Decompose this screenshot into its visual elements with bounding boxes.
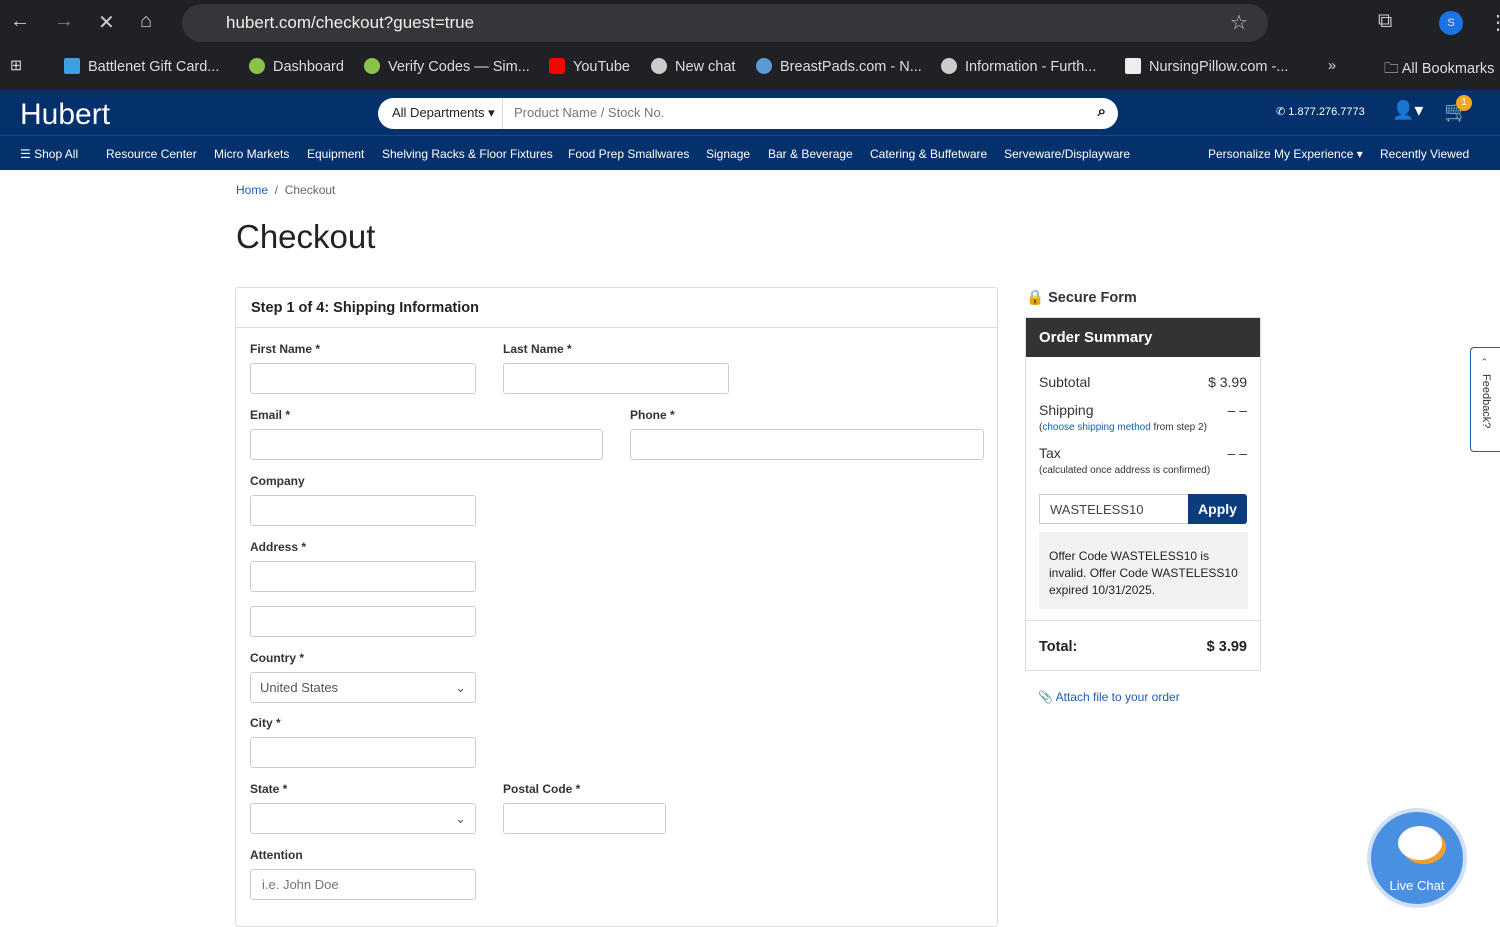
menu-icon[interactable]: ⋮	[1488, 10, 1500, 35]
phone-number[interactable]: ✆ 1.877.276.7773	[1276, 105, 1365, 118]
search-icon[interactable]: ⌕	[1098, 103, 1106, 120]
breadcrumb: Home / Checkout	[236, 183, 336, 197]
offer-error-message: Offer Code WASTELESS10 is invalid. Offer…	[1039, 532, 1248, 609]
main-nav: ☰ Shop All Resource Center Micro Markets…	[0, 135, 1500, 170]
cart-icon[interactable]: 🛒 1	[1444, 95, 1472, 124]
breadcrumb-home[interactable]: Home	[236, 183, 268, 197]
nav-item[interactable]: Shelving Racks & Floor Fixtures	[382, 147, 553, 161]
address-line2-input[interactable]	[250, 606, 476, 637]
forward-icon[interactable]: →	[54, 10, 74, 33]
department-select[interactable]: All Departments ▾	[392, 105, 495, 121]
divider	[502, 98, 503, 129]
paperclip-icon: 📎	[1038, 690, 1053, 704]
extensions-icon[interactable]: ⧉	[1378, 10, 1392, 33]
nav-item[interactable]: Signage	[706, 147, 750, 161]
profile-avatar[interactable]: S	[1439, 11, 1463, 35]
apps-icon[interactable]: ⊞	[10, 58, 22, 74]
total-row: Total: $ 3.99	[1026, 620, 1260, 673]
hubert-logo[interactable]: Hubert	[20, 98, 110, 132]
browser-chrome: ← → ✕ ⌂ hubert.com/checkout?guest=true ☆…	[0, 0, 1500, 90]
address-bar[interactable]: hubert.com/checkout?guest=true	[182, 4, 1268, 42]
stop-icon[interactable]: ✕	[98, 10, 115, 35]
company-input[interactable]	[250, 495, 476, 526]
back-icon[interactable]: ←	[10, 10, 30, 33]
search-input[interactable]	[514, 105, 1074, 120]
live-chat-button[interactable]: Live Chat	[1367, 808, 1467, 908]
nav-item[interactable]: Bar & Beverage	[768, 147, 853, 161]
page-title: Checkout	[236, 218, 376, 255]
lock-icon: 🔒	[1026, 290, 1045, 306]
account-icon[interactable]: 👤▾	[1392, 100, 1423, 121]
nav-personalize[interactable]: Personalize My Experience ▾	[1208, 147, 1363, 161]
nav-item[interactable]: Resource Center	[106, 147, 197, 161]
star-icon[interactable]: ☆	[1230, 10, 1248, 35]
label: Phone *	[630, 408, 675, 422]
label: Address *	[250, 540, 307, 554]
label: City *	[250, 716, 281, 730]
chat-bubble-icon	[1398, 826, 1442, 860]
label: State *	[250, 782, 288, 796]
feedback-tab[interactable]: ‹ Feedback?	[1470, 347, 1500, 452]
bookmarks-bar: ⊞ Battlenet Gift Card... Dashboard Verif…	[0, 45, 1500, 90]
order-summary: Order Summary Subtotal $ 3.99 Shipping – –…	[1025, 317, 1261, 671]
nav-recently-viewed[interactable]: Recently Viewed	[1380, 147, 1469, 161]
label: Postal Code *	[503, 782, 581, 796]
bookmark[interactable]: Dashboard	[249, 58, 344, 75]
postal-code-input[interactable]	[503, 803, 666, 834]
offer-code-input[interactable]: WASTELESS10	[1039, 494, 1189, 524]
attention-input[interactable]	[250, 869, 476, 900]
bookmark[interactable]: Information - Furth...	[941, 58, 1096, 75]
shipping-note: (choose shipping method from step 2)	[1039, 422, 1207, 433]
first-name-input[interactable]	[250, 363, 476, 394]
bookmark[interactable]: YouTube	[549, 58, 630, 75]
choose-shipping-link[interactable]: choose shipping method	[1042, 422, 1150, 433]
label: Email *	[250, 408, 291, 422]
secure-form-label: 🔒 Secure Form	[1026, 290, 1137, 306]
bookmark[interactable]: Battlenet Gift Card...	[64, 58, 219, 75]
bookmark[interactable]: New chat	[651, 58, 735, 75]
state-select[interactable]: ⌄	[250, 803, 476, 834]
nav-shop-all[interactable]: ☰ Shop All	[20, 147, 78, 161]
email-input[interactable]	[250, 429, 603, 460]
more-bookmarks-icon[interactable]: »	[1328, 58, 1336, 74]
label: First Name *	[250, 342, 321, 356]
subtotal-row: Subtotal $ 3.99	[1039, 374, 1247, 390]
label: Country *	[250, 651, 304, 665]
address-line1-input[interactable]	[250, 561, 476, 592]
shipping-row: Shipping – –	[1039, 402, 1247, 418]
step-heading: Step 1 of 4: Shipping Information	[236, 288, 997, 328]
tax-row: Tax – –	[1039, 445, 1247, 461]
city-input[interactable]	[250, 737, 476, 768]
label: Attention	[250, 848, 303, 862]
phone-input[interactable]	[630, 429, 984, 460]
label: Last Name *	[503, 342, 572, 356]
shipping-form: Step 1 of 4: Shipping Information First …	[235, 287, 998, 927]
order-summary-title: Order Summary	[1026, 318, 1260, 357]
nav-item[interactable]: Equipment	[307, 147, 364, 161]
country-select[interactable]: United States ⌄	[250, 672, 476, 703]
attach-file-link[interactable]: 📎 Attach file to your order	[1038, 690, 1180, 704]
bookmark[interactable]: BreastPads.com - N...	[756, 58, 922, 75]
label: Company	[250, 474, 305, 488]
search-bar: All Departments ▾ ⌕	[378, 98, 1118, 129]
bookmark[interactable]: NursingPillow.com -...	[1125, 58, 1288, 75]
all-bookmarks[interactable]: 🗀 All Bookmarks	[1384, 58, 1494, 83]
chevron-left-icon: ‹	[1480, 358, 1490, 361]
nav-item[interactable]: Food Prep Smallwares	[568, 147, 689, 161]
tax-note: (calculated once address is confirmed)	[1039, 465, 1211, 476]
chevron-down-icon: ⌄	[455, 810, 466, 826]
nav-item[interactable]: Catering & Buffetware	[870, 147, 987, 161]
cart-count-badge: 1	[1456, 95, 1472, 111]
home-icon[interactable]: ⌂	[140, 10, 152, 33]
nav-item[interactable]: Serveware/Displayware	[1004, 147, 1130, 161]
chevron-down-icon: ⌄	[455, 679, 466, 695]
site-header: Hubert All Departments ▾ ⌕ ✆ 1.877.276.7…	[0, 90, 1500, 170]
nav-item[interactable]: Micro Markets	[214, 147, 289, 161]
country-value: United States	[260, 680, 339, 695]
bookmark[interactable]: Verify Codes — Sim...	[364, 58, 530, 75]
last-name-input[interactable]	[503, 363, 729, 394]
apply-button[interactable]: Apply	[1188, 494, 1247, 524]
